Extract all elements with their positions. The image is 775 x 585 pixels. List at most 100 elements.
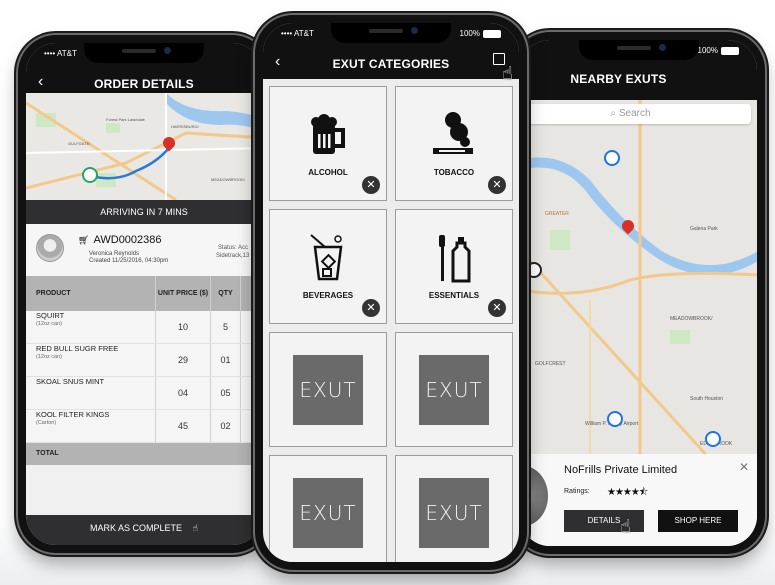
details-button[interactable]: DETAILS	[564, 510, 644, 532]
category-label: ESSENTIALS	[428, 291, 480, 300]
battery-percent: 100%	[459, 29, 480, 38]
category-alcohol[interactable]: ALCOHOL ✕	[269, 86, 387, 201]
store-marker-icon[interactable]	[604, 150, 620, 166]
route-map[interactable]: Forest Park Lawndale HARRISBURG/ GULFGAT…	[26, 93, 262, 200]
table-header: PRODUCT UNIT PRICE ($) QTY C	[26, 276, 262, 311]
exut-logo: EXUT	[293, 477, 363, 548]
remove-category-button[interactable]: ✕	[362, 176, 380, 194]
unit-price: 10	[156, 311, 211, 343]
order-id: 🛒︎ AWD0002386	[78, 234, 162, 246]
unit-price: 45	[156, 410, 211, 442]
shop-here-button[interactable]: SHOP HERE	[658, 510, 738, 532]
drink-glass-icon	[310, 234, 343, 281]
table-total-row: TOTAL	[26, 443, 262, 465]
screen: 100% NEARBY EXUTS GREATER Galena Park ME…	[520, 40, 757, 546]
svg-text:GULFGATE/: GULFGATE/	[68, 141, 91, 146]
category-label: TOBACCO	[433, 168, 475, 177]
battery-icon	[483, 29, 501, 38]
exut-logo: EXUT	[419, 477, 489, 548]
nearby-map[interactable]: GREATER Galena Park MEADOWBROOK/ GOLFCRE…	[520, 100, 757, 454]
category-placeholder[interactable]: EXUT	[269, 332, 387, 447]
close-icon[interactable]: ✕	[739, 460, 749, 474]
qty: 5	[211, 311, 241, 343]
screen: •••• AT&T ‹ ORDER DETAILS Forest Park La…	[26, 43, 262, 545]
mark-as-complete-label: MARK AS COMPLETE	[89, 523, 183, 533]
svg-text:Galena Park: Galena Park	[690, 226, 718, 232]
product-name: RED BULL SUGR FREE	[36, 344, 119, 353]
product-name: SKOAL SNUS MINT	[36, 377, 105, 386]
category-essentials[interactable]: ESSENTIALS ✕	[395, 209, 513, 324]
category-placeholder[interactable]: EXUT	[269, 455, 387, 562]
qty: 02	[211, 410, 241, 442]
order-items-table: PRODUCT UNIT PRICE ($) QTY C SQUIRT(12oz…	[26, 276, 262, 465]
product-note: (12oz can)	[36, 321, 62, 327]
search-input[interactable]: ⌕ Search	[520, 104, 751, 124]
svg-text:MEADOWBROOK/: MEADOWBROOK/	[211, 177, 246, 182]
category-tobacco[interactable]: TOBACCO ✕	[395, 86, 513, 201]
customer-avatar	[36, 234, 64, 262]
battery-percent: 100%	[697, 46, 718, 55]
search-placeholder: Search	[618, 108, 651, 119]
svg-text:GOLFCREST: GOLFCREST	[535, 361, 566, 367]
tap-hand-icon: ☝︎	[192, 523, 199, 533]
customer-name: Veronica Reynolds	[89, 251, 140, 257]
remove-category-button[interactable]: ✕	[362, 299, 380, 317]
order-location: Sidetrack,13	[216, 253, 250, 259]
order-status: Status: Acc	[218, 245, 249, 251]
cart-icon: 🛒︎	[78, 234, 90, 245]
store-marker-icon[interactable]	[705, 431, 721, 447]
unit-price: 29	[156, 344, 211, 376]
category-label: BEVERAGES	[302, 291, 354, 300]
order-summary: 🛒︎ AWD0002386 Veronica Reynolds Created …	[26, 224, 262, 276]
notch	[331, 23, 451, 43]
category-placeholder[interactable]: EXUT	[395, 332, 513, 447]
notch	[84, 43, 204, 63]
svg-text:HARRISBURG/: HARRISBURG/	[171, 124, 200, 129]
phone-nearby-exuts: 100% NEARBY EXUTS GREATER Galena Park ME…	[512, 32, 765, 554]
exut-logo: EXUT	[293, 354, 363, 425]
category-grid: ALCOHOL ✕ TOBACCO ✕ BEVERAGES ✕ ESSENTIA…	[269, 86, 513, 562]
battery-status: 100%	[460, 29, 501, 38]
search-icon: ⌕	[610, 108, 617, 119]
beer-mug-icon	[311, 114, 345, 154]
table-row: KOOL FILTER KINGS(Carton) 45 02 9	[26, 410, 262, 443]
store-marker-icon[interactable]	[607, 411, 623, 427]
product-note: (12oz can)	[36, 354, 62, 360]
col-unit-price: UNIT PRICE ($)	[156, 276, 211, 311]
store-info-card: NoFrills Private Limited ✕ Ratings: ★★★★…	[520, 454, 757, 546]
screen: •••• AT&T 100% ‹ EXUT CATEGORIES ☝︎ ALCO…	[263, 23, 519, 562]
store-name: NoFrills Private Limited	[564, 464, 678, 476]
qty: 05	[211, 377, 241, 409]
notch	[578, 40, 699, 60]
toothbrush-toothpaste-icon	[439, 235, 471, 283]
eta-banner: ARRIVING IN 7 MINS	[26, 200, 262, 224]
map-graphic: GREATER Galena Park MEADOWBROOK/ GOLFCRE…	[520, 100, 757, 454]
page-title: EXUT CATEGORIES	[332, 57, 450, 71]
order-id-text: AWD0002386	[93, 234, 162, 246]
qty: 01	[211, 344, 241, 376]
svg-text:Forest Park Lawndale: Forest Park Lawndale	[106, 117, 146, 122]
phone-order-details: •••• AT&T ‹ ORDER DETAILS Forest Park La…	[18, 35, 270, 553]
table-row: SQUIRT(12oz can) 10 5 5	[26, 311, 262, 344]
ratings-label: Ratings:	[564, 488, 590, 495]
svg-text:MEADOWBROOK/: MEADOWBROOK/	[670, 316, 713, 322]
exut-logo: EXUT	[419, 354, 489, 425]
col-product: PRODUCT	[26, 276, 156, 311]
cigarette-icon	[433, 112, 473, 154]
app-bar: 100% NEARBY EXUTS	[520, 40, 757, 100]
category-beverages[interactable]: BEVERAGES ✕	[269, 209, 387, 324]
battery-status: 100%	[698, 46, 739, 55]
tap-hand-icon: ☝︎	[620, 516, 631, 536]
category-placeholder[interactable]: EXUT	[395, 455, 513, 562]
remove-category-button[interactable]: ✕	[488, 299, 506, 317]
product-name: SQUIRT	[36, 311, 65, 320]
battery-icon	[721, 46, 739, 55]
remove-category-button[interactable]: ✕	[488, 176, 506, 194]
mark-as-complete-button[interactable]: MARK AS COMPLETE ☝︎	[26, 515, 262, 545]
table-row: RED BULL SUGR FREE(12oz can) 29 01 2	[26, 344, 262, 377]
order-created: Created 11/25/2016, 04:30pm	[89, 258, 169, 264]
svg-text:South Houston: South Houston	[690, 396, 723, 402]
unit-price: 04	[156, 377, 211, 409]
store-marker-icon[interactable]	[526, 262, 542, 278]
map-graphic: Forest Park Lawndale HARRISBURG/ GULFGAT…	[26, 93, 262, 200]
